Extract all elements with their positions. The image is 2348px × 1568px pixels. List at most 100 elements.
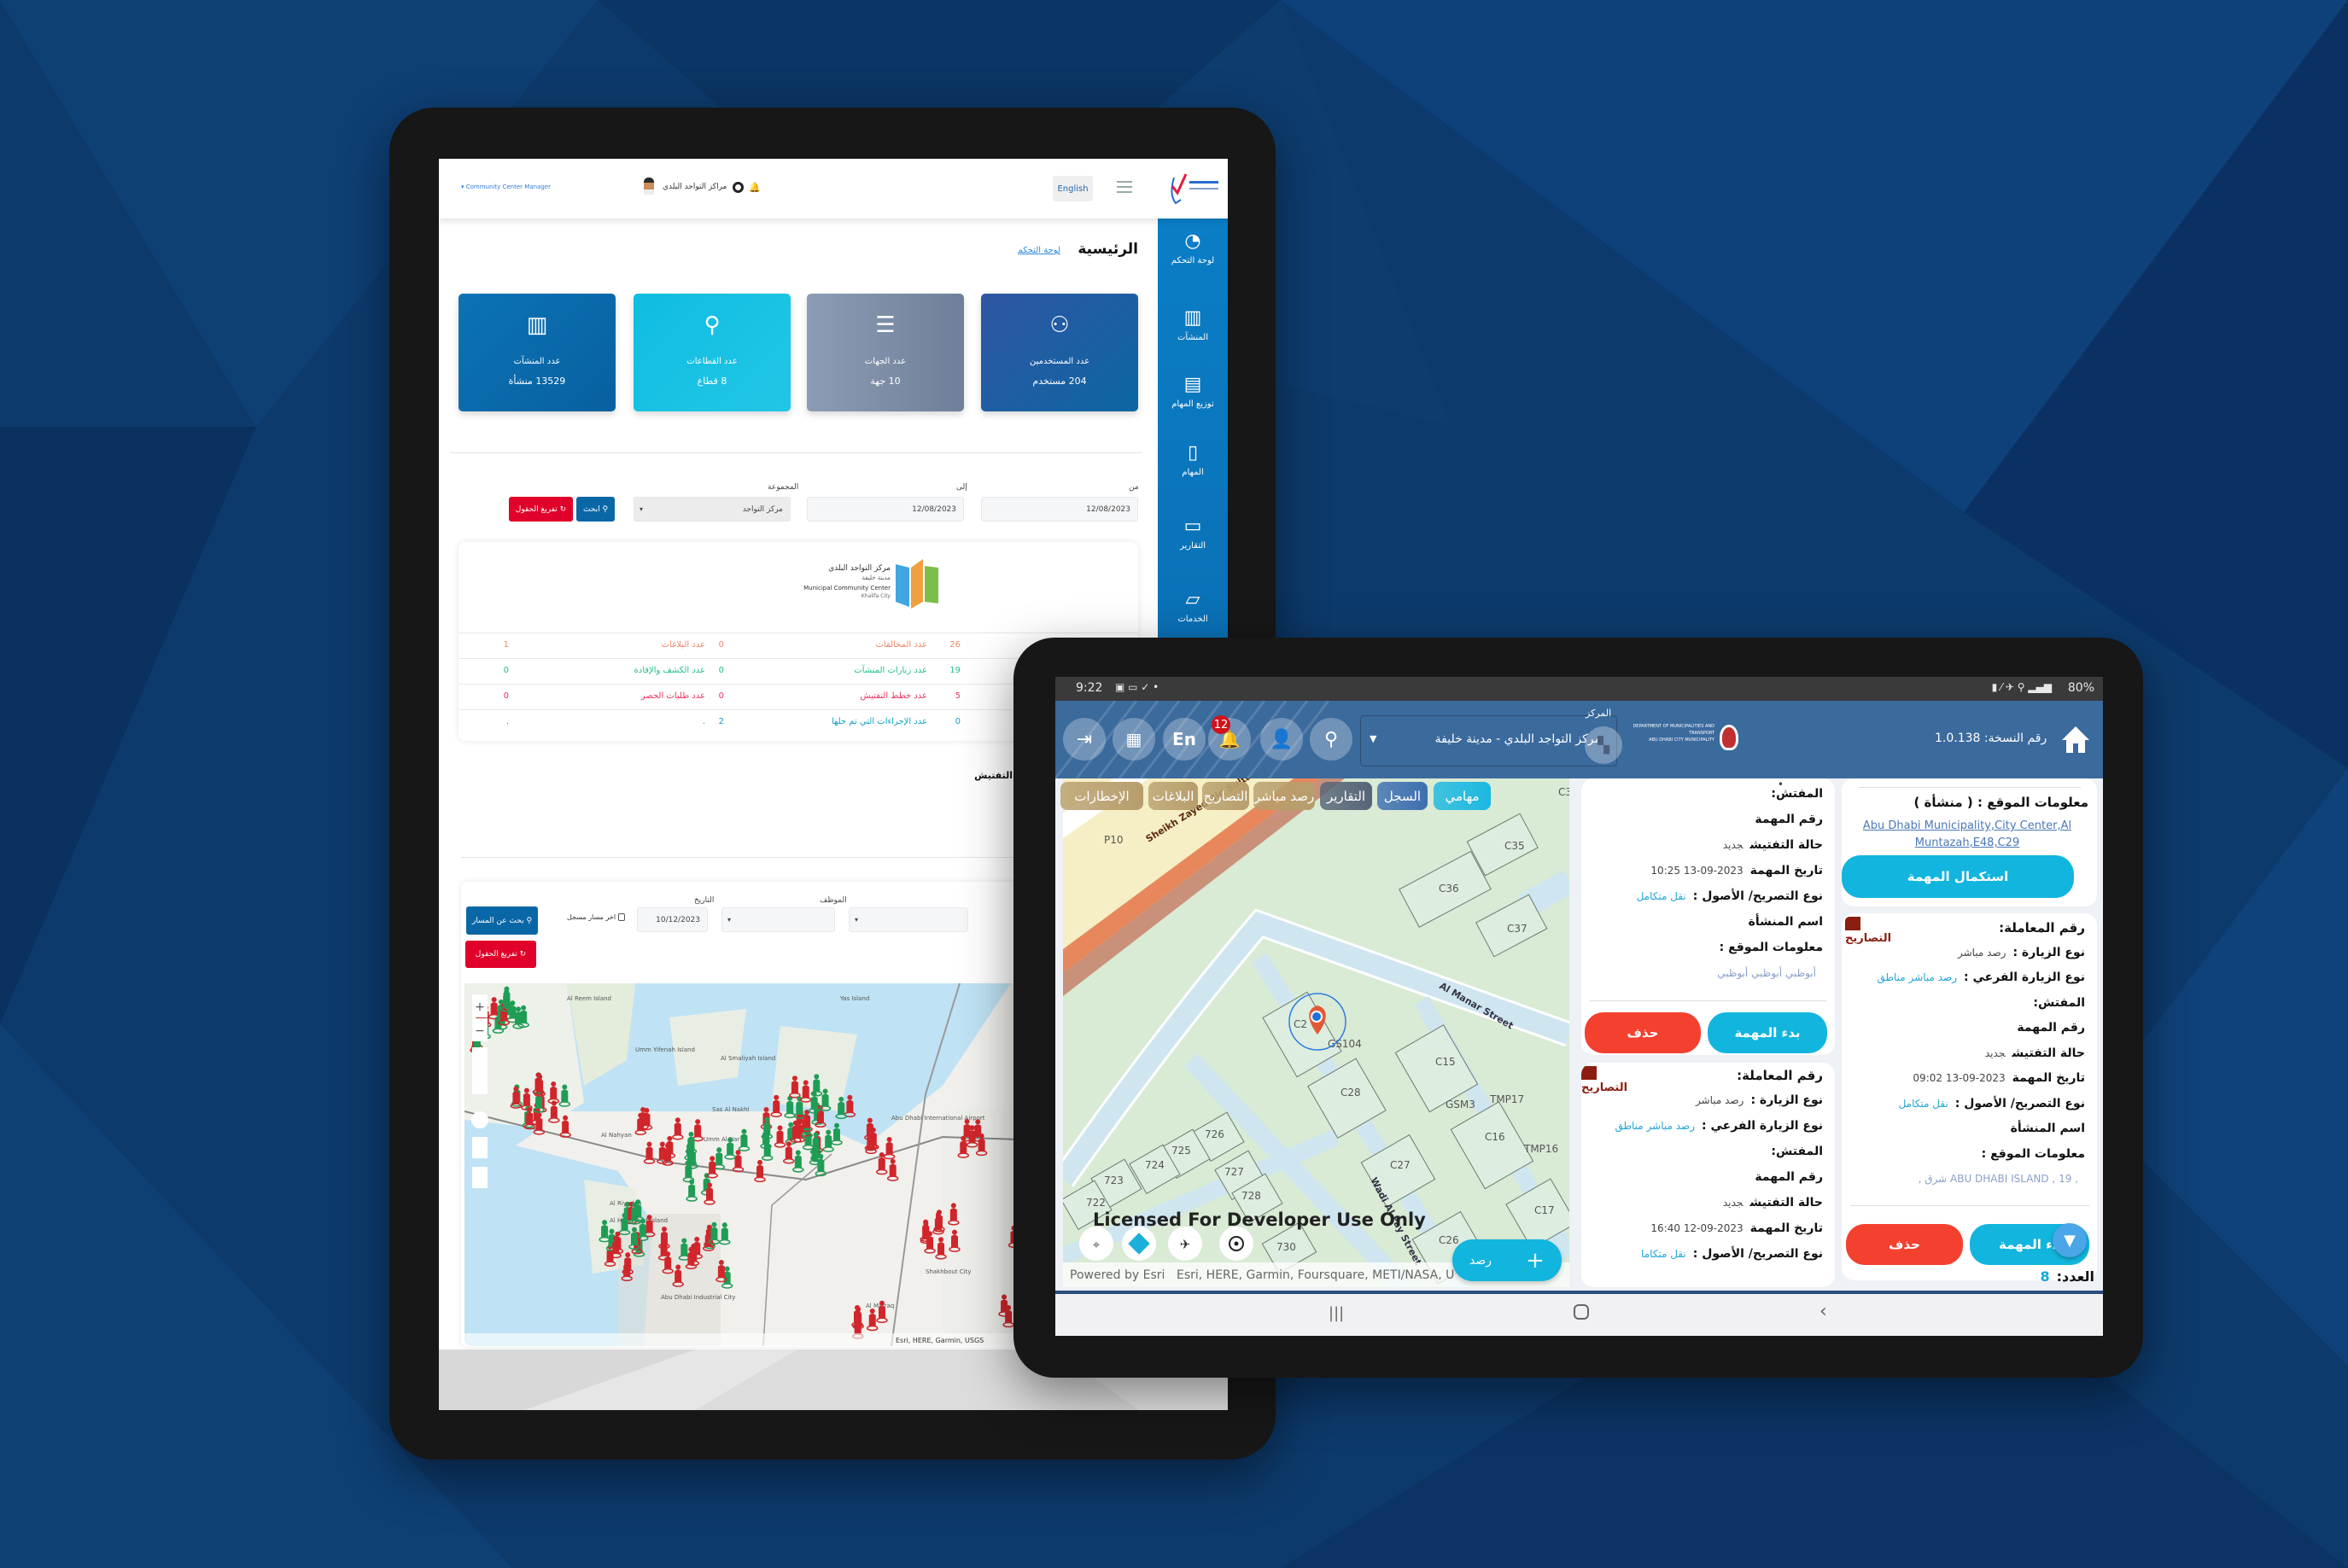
add-observation-label: رصد: [1469, 1253, 1492, 1268]
calendar-button[interactable]: ▦: [1113, 718, 1155, 761]
task-card[interactable]: رقم المعاملة: نوع الزيارة :رصد مباشر نوع ا…: [1581, 1063, 1835, 1287]
tab[interactable]: رصد مباشر: [1253, 782, 1315, 810]
parcel-map[interactable]: Sheikh Zayed Bin Sultan Al Manar Street Wa…: [1063, 778, 1569, 1287]
bell-icon[interactable]: 🔔: [749, 182, 761, 193]
tab[interactable]: مهامي: [1434, 782, 1491, 810]
task-field: معلومات الموقع :: [1982, 1147, 2085, 1161]
profile-button[interactable]: 👤: [1260, 718, 1303, 761]
clipboard-icon: ▯: [1187, 442, 1199, 463]
task-field: تاريخ المهمة 2023-09-12 16:40: [1650, 1221, 1823, 1235]
stats-label: عدد البلاغات: [661, 640, 705, 650]
complete-task-button[interactable]: استكمال المهمة: [1842, 855, 2074, 898]
location-title: معلومات الموقع : ( منشأة ): [1913, 795, 2088, 810]
parcel-label: 726: [1205, 1128, 1224, 1140]
parcel-map-canvas[interactable]: Sheikh Zayed Bin SultanAl Manar StreetWa…: [1063, 778, 1569, 1287]
page-title: الرئيسية: [1078, 241, 1138, 258]
search-button[interactable]: ابحث ⚲: [576, 497, 615, 522]
sidebar-item[interactable]: ◔ لوحة التحكم: [1158, 230, 1228, 265]
task-field-value[interactable]: رصد مباشر مناطق: [1877, 971, 1957, 983]
sidebar-item[interactable]: ▱ الخدمات: [1158, 589, 1228, 624]
last-path-checkbox[interactable]: [618, 913, 626, 921]
apps-grid-button[interactable]: ▚: [1585, 726, 1622, 764]
to-date-input[interactable]: 12/08/2023: [807, 497, 964, 522]
language-button[interactable]: English: [1053, 176, 1093, 201]
tab[interactable]: الإخطارات: [1060, 782, 1143, 810]
app-version: رقم النسخة: 1.0.138: [1935, 732, 2047, 745]
task-field-value[interactable]: نقل متكاما: [1641, 1248, 1686, 1260]
user-avatar[interactable]: [644, 178, 654, 195]
task-field: اسم المنشأة: [1749, 915, 1823, 929]
search-button[interactable]: ⚲: [1310, 718, 1352, 761]
stats-label: عدد طلبات الحصر: [640, 691, 705, 701]
last-path-checkbox-row[interactable]: اخر مسار مسجل: [567, 913, 626, 921]
unified-inspection-logo: [1171, 173, 1218, 205]
task-field-label: نوع التصريح/ الأصول :: [1954, 1096, 2085, 1110]
user-icon: 👤: [1270, 728, 1294, 750]
pan-rotate-controls[interactable]: [472, 1047, 488, 1094]
sidebar-item[interactable]: ▤ توزيع المهام: [1158, 374, 1228, 409]
hamburger-menu-icon[interactable]: [1117, 178, 1132, 196]
task-field-value[interactable]: رصد مباشر مناطق: [1615, 1120, 1695, 1132]
tab[interactable]: البلاغات: [1148, 782, 1198, 810]
logout-button[interactable]: ⇥: [1063, 718, 1106, 761]
task-field-label: رقم المهمة: [1755, 1170, 1823, 1184]
stat-card[interactable]: ⚲ عدد القطاعات 8 قطاع: [634, 294, 791, 411]
badge-icon: [1581, 1066, 1597, 1080]
sidebar-item[interactable]: ▥ المنشآت: [1158, 307, 1228, 342]
powered-by-esri[interactable]: Powered by Esri: [1070, 1268, 1165, 1282]
task-field-value[interactable]: نقل متكامل: [1637, 890, 1686, 902]
clear-fields-button[interactable]: تفريغ الحقول ↻: [509, 497, 573, 522]
tab[interactable]: التصاريح: [1202, 782, 1249, 810]
task-card[interactable]: • حذف بدء المهمة المفتش: رقم المهمة حالة ا…: [1581, 778, 1835, 1055]
group-select[interactable]: مركز التواجد ▾: [634, 497, 791, 522]
stat-card[interactable]: ▥ عدد المنشآت 13529 منشأة: [459, 294, 616, 411]
sidebar-item[interactable]: ▯ المهام: [1158, 442, 1228, 477]
status-bar: 9:22 ▣ ▭ ✓ • ▮ ⁄ ✈ ⚲ ▂▄▆ 80%: [1055, 677, 2103, 701]
add-observation-button[interactable]: رصد +: [1452, 1239, 1562, 1281]
task-field: معلومات الموقع :: [1720, 941, 1823, 954]
search-path-button[interactable]: بحث عن المسار ⚲: [466, 906, 538, 935]
compass-icon[interactable]: [471, 1111, 488, 1128]
center-logo-en-sub: Khalifa City: [861, 593, 891, 599]
fullscreen-button[interactable]: [472, 1167, 488, 1188]
from-date-input[interactable]: 12/08/2023: [981, 497, 1138, 522]
clear-fields-button-2[interactable]: تفريغ الحقول ↻: [465, 941, 536, 968]
delete-button[interactable]: حذف: [1585, 1012, 1701, 1053]
count-value: 8: [2040, 1268, 2050, 1285]
clear-button-label: تفريغ الحقول: [475, 950, 517, 959]
filter-button[interactable]: ▼: [2053, 1223, 2087, 1257]
extra-select[interactable]: ▾: [849, 907, 968, 932]
home-icon[interactable]: [2061, 725, 2090, 754]
center-name: مراكز التواجد البلدي: [663, 183, 727, 191]
tab[interactable]: السجل: [1377, 782, 1428, 810]
delete-button[interactable]: حذف: [1846, 1224, 1963, 1265]
stat-card-value: 10 جهة: [870, 376, 901, 387]
location-link[interactable]: Abu Dhabi Municipality,City Center,Al Mu…: [1852, 818, 2082, 852]
location-card[interactable]: معلومات الموقع : ( منشأة ) Abu Dhabi Mun…: [1842, 778, 2097, 906]
user-role-dropdown[interactable]: ▾ Community Center Manager: [461, 184, 551, 190]
recent-apps-button[interactable]: |||: [1329, 1304, 1344, 1322]
breadcrumb[interactable]: لوحة التحكم: [1018, 246, 1060, 255]
stat-card[interactable]: ☰ عدد الجهات 10 جهة: [807, 294, 964, 411]
language-button[interactable]: En: [1163, 718, 1206, 761]
stat-card[interactable]: ⚇ عدد المستخدمين 204 مستخدم: [981, 294, 1138, 411]
locate-button[interactable]: [472, 1137, 488, 1158]
task-card[interactable]: حذف بدء المهمة رقم المعاملة: نوع الزيارة …: [1842, 913, 2097, 1280]
sidebar-item[interactable]: ▭ التقارير: [1158, 516, 1228, 551]
task-field-label: نوع الزيارة :: [1750, 1093, 1823, 1107]
battery-level: 80%: [2067, 681, 2094, 695]
tab[interactable]: التقارير: [1320, 782, 1372, 810]
permits-badge: التصاريح: [1845, 917, 1891, 945]
date-label: التاريخ: [694, 896, 715, 905]
folder-icon: ▱: [1185, 589, 1200, 610]
parcel-label: 728: [1241, 1190, 1261, 1202]
back-nav-button[interactable]: ‹: [1819, 1301, 1827, 1322]
date-input[interactable]: 10/12/2023: [637, 907, 708, 932]
center-select[interactable]: ▼ مركز التواجد البلدي - مدينة خليفة: [1360, 715, 1617, 767]
task-field-value[interactable]: نقل متكامل: [1899, 1098, 1948, 1110]
task-field: تاريخ المهمة 2023-09-13 10:25: [1650, 864, 1823, 877]
start-task-button[interactable]: بدء المهمة: [1708, 1012, 1827, 1053]
location-pin-icon: ⚲: [704, 312, 721, 338]
employee-select[interactable]: ▾: [721, 907, 835, 932]
home-nav-button[interactable]: [1574, 1304, 1589, 1320]
